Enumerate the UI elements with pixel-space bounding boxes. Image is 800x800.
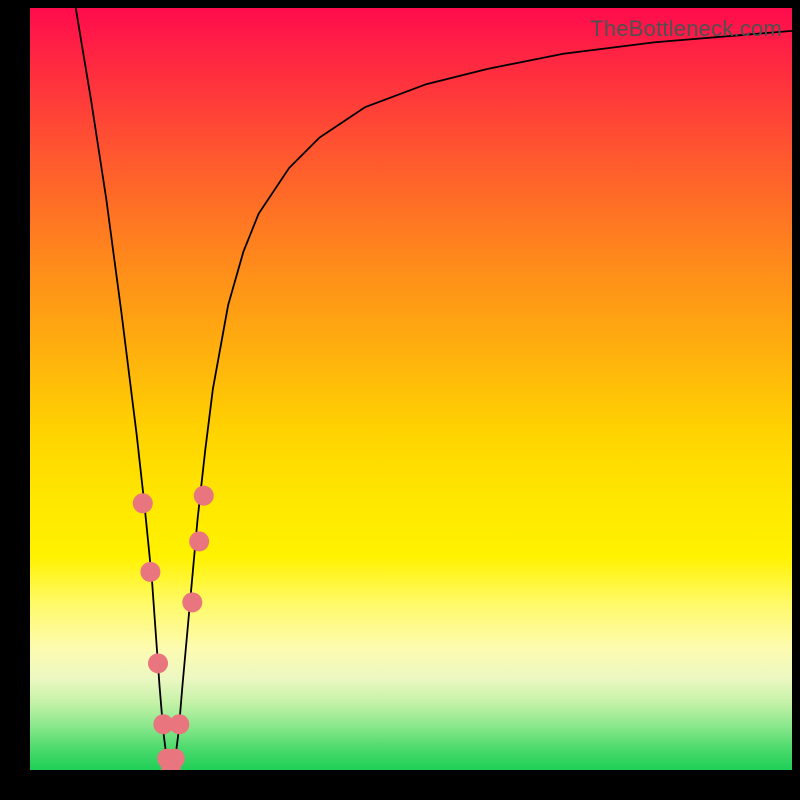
watermark-text: TheBottleneck.com bbox=[590, 16, 782, 42]
data-marker bbox=[133, 493, 153, 513]
data-marker bbox=[169, 714, 189, 734]
chart-frame: TheBottleneck.com bbox=[0, 0, 800, 800]
data-marker bbox=[182, 592, 202, 612]
data-marker bbox=[194, 486, 214, 506]
data-marker bbox=[165, 749, 185, 769]
data-marker bbox=[148, 653, 168, 673]
bottleneck-curve bbox=[76, 8, 792, 770]
data-marker bbox=[140, 562, 160, 582]
plot-area: TheBottleneck.com bbox=[30, 8, 792, 770]
marker-group bbox=[133, 486, 214, 770]
chart-svg bbox=[30, 8, 792, 770]
data-marker bbox=[189, 531, 209, 551]
